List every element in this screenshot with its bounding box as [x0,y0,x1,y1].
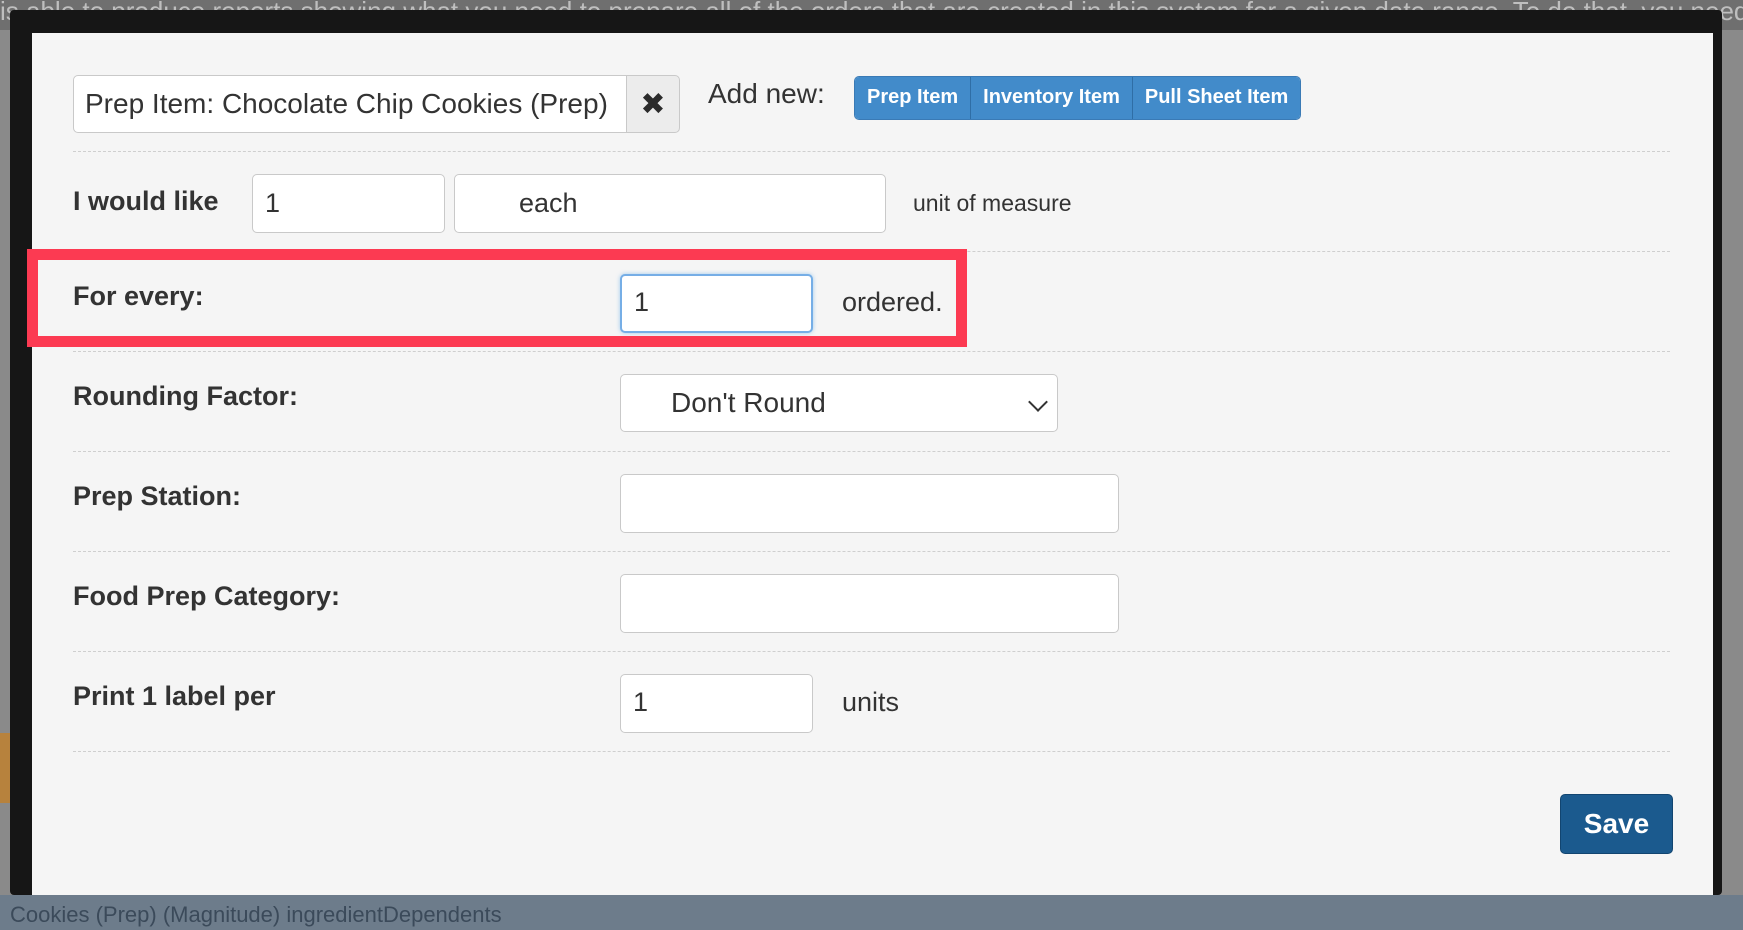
print-label-input[interactable]: 1 [620,674,813,733]
rounding-factor-select[interactable]: Don't Round [620,374,1058,432]
divider [73,751,1670,752]
unit-of-measure-label: unit of measure [913,190,1072,216]
print-label-label: Print 1 label per [73,681,276,711]
would-like-label: I would like [73,186,219,216]
divider [73,151,1670,152]
divider [73,451,1670,452]
rounding-factor-label: Rounding Factor: [73,381,298,411]
background-footer-text: Cookies (Prep) (Magnitude) ingredientDep… [0,895,1743,930]
add-new-label: Add new: [708,78,825,109]
item-search-input[interactable]: Prep Item: Chocolate Chip Cookies (Prep) [73,75,627,133]
divider [73,551,1670,552]
add-prep-item-button[interactable]: Prep Item [855,77,972,119]
divider [73,351,1670,352]
ingredient-modal: Prep Item: Chocolate Chip Cookies (Prep)… [27,33,1713,895]
prep-station-label: Prep Station: [73,481,242,511]
add-pull-sheet-item-button[interactable]: Pull Sheet Item [1132,77,1301,119]
prep-station-input[interactable] [620,474,1119,533]
add-inventory-item-button[interactable]: Inventory Item [971,77,1133,119]
food-prep-category-input[interactable] [620,574,1119,633]
would-like-quantity-input[interactable]: 1 [252,174,445,233]
clear-item-button[interactable]: ✖ [626,75,680,133]
save-button[interactable]: Save [1560,794,1673,854]
add-new-button-group: Prep Item Inventory Item Pull Sheet Item [854,76,1302,120]
chevron-down-icon [1028,392,1048,412]
close-icon: ✖ [640,87,666,121]
food-prep-category-label: Food Prep Category: [73,581,341,611]
divider [73,651,1670,652]
rounding-factor-value: Don't Round [671,387,826,418]
highlight-box [27,249,967,347]
units-label: units [842,687,900,717]
unit-input[interactable]: each [454,174,886,233]
item-search-group: Prep Item: Chocolate Chip Cookies (Prep)… [73,75,680,133]
